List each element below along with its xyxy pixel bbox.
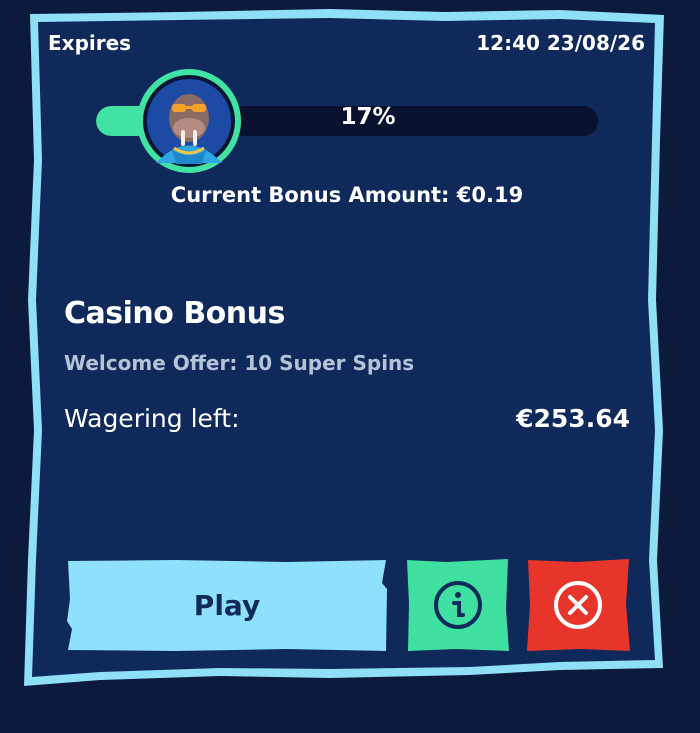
expiry-datetime: 12:40 23/08/26 bbox=[476, 31, 645, 55]
bonus-subtitle: Welcome Offer: 10 Super Spins bbox=[64, 351, 415, 375]
play-button-label: Play bbox=[193, 589, 261, 622]
play-button[interactable]: Play bbox=[66, 559, 388, 652]
expires-label: Expires bbox=[48, 31, 132, 55]
info-button[interactable] bbox=[406, 559, 510, 652]
wagering-label: Wagering left: bbox=[64, 404, 240, 433]
wagering-value: €253.64 bbox=[516, 404, 630, 433]
close-icon bbox=[527, 559, 630, 651]
info-icon bbox=[407, 559, 509, 651]
current-bonus-amount: Current Bonus Amount: €0.19 bbox=[170, 183, 524, 207]
bonus-title: Casino Bonus bbox=[64, 296, 285, 331]
cancel-bonus-button[interactable] bbox=[526, 559, 630, 652]
walrus-avatar bbox=[137, 69, 241, 173]
